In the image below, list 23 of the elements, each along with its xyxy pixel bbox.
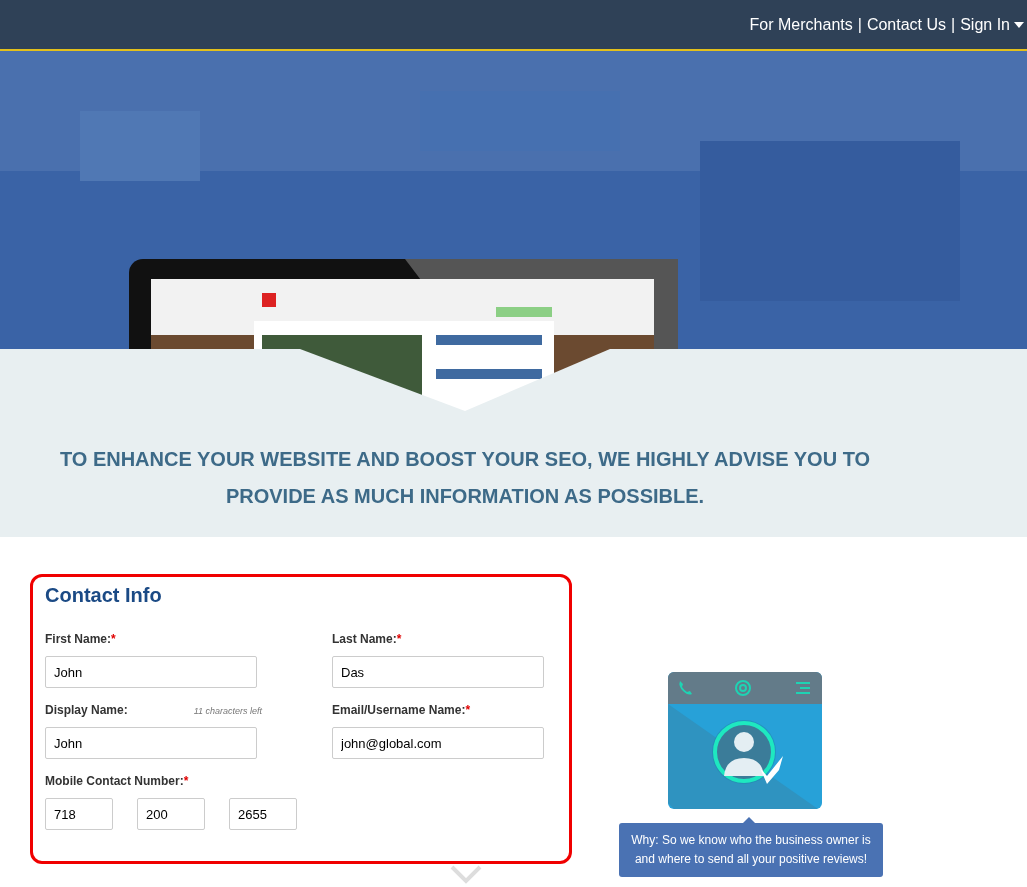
input-field[interactable]: John (45, 727, 257, 759)
input-field[interactable]: 718 (45, 798, 113, 830)
why-tooltip: Why: So we know who the business owner is and where to send all your positive reviews! (619, 823, 883, 877)
nav-link[interactable]: Contact Us (866, 12, 947, 37)
separator: | (951, 14, 956, 35)
caret-icon (1014, 21, 1024, 28)
chevron-down-icon (450, 865, 482, 885)
input-field[interactable]: John (45, 656, 257, 688)
field-label: Mobile Contact Number:* (45, 773, 189, 790)
input-field[interactable]: 2655 (229, 798, 297, 830)
input-field[interactable]: 200 (137, 798, 205, 830)
sign-in-menu[interactable]: Sign In (960, 12, 1024, 37)
characters-left-hint: 11 characters left (193, 705, 262, 718)
input-field[interactable]: Das (332, 656, 544, 688)
field-label: Display Name: (45, 702, 128, 719)
banner-heading: TO ENHANCE YOUR WEBSITE AND BOOST YOUR SEO, WE HIGHLY ADVISE YOU TO PROVIDE AS MUCH INFORMATION AS POSSIBLE. (58, 447, 872, 509)
field-label: Email/Username Name:* (332, 702, 471, 719)
field-label: First Name:* (45, 631, 116, 648)
field-label: Last Name:* (332, 631, 402, 648)
nav-link[interactable]: For Merchants (749, 12, 853, 37)
separator: | (857, 14, 862, 35)
section-title: Contact Info (45, 583, 163, 608)
input-field[interactable]: john@global.com (332, 727, 544, 759)
